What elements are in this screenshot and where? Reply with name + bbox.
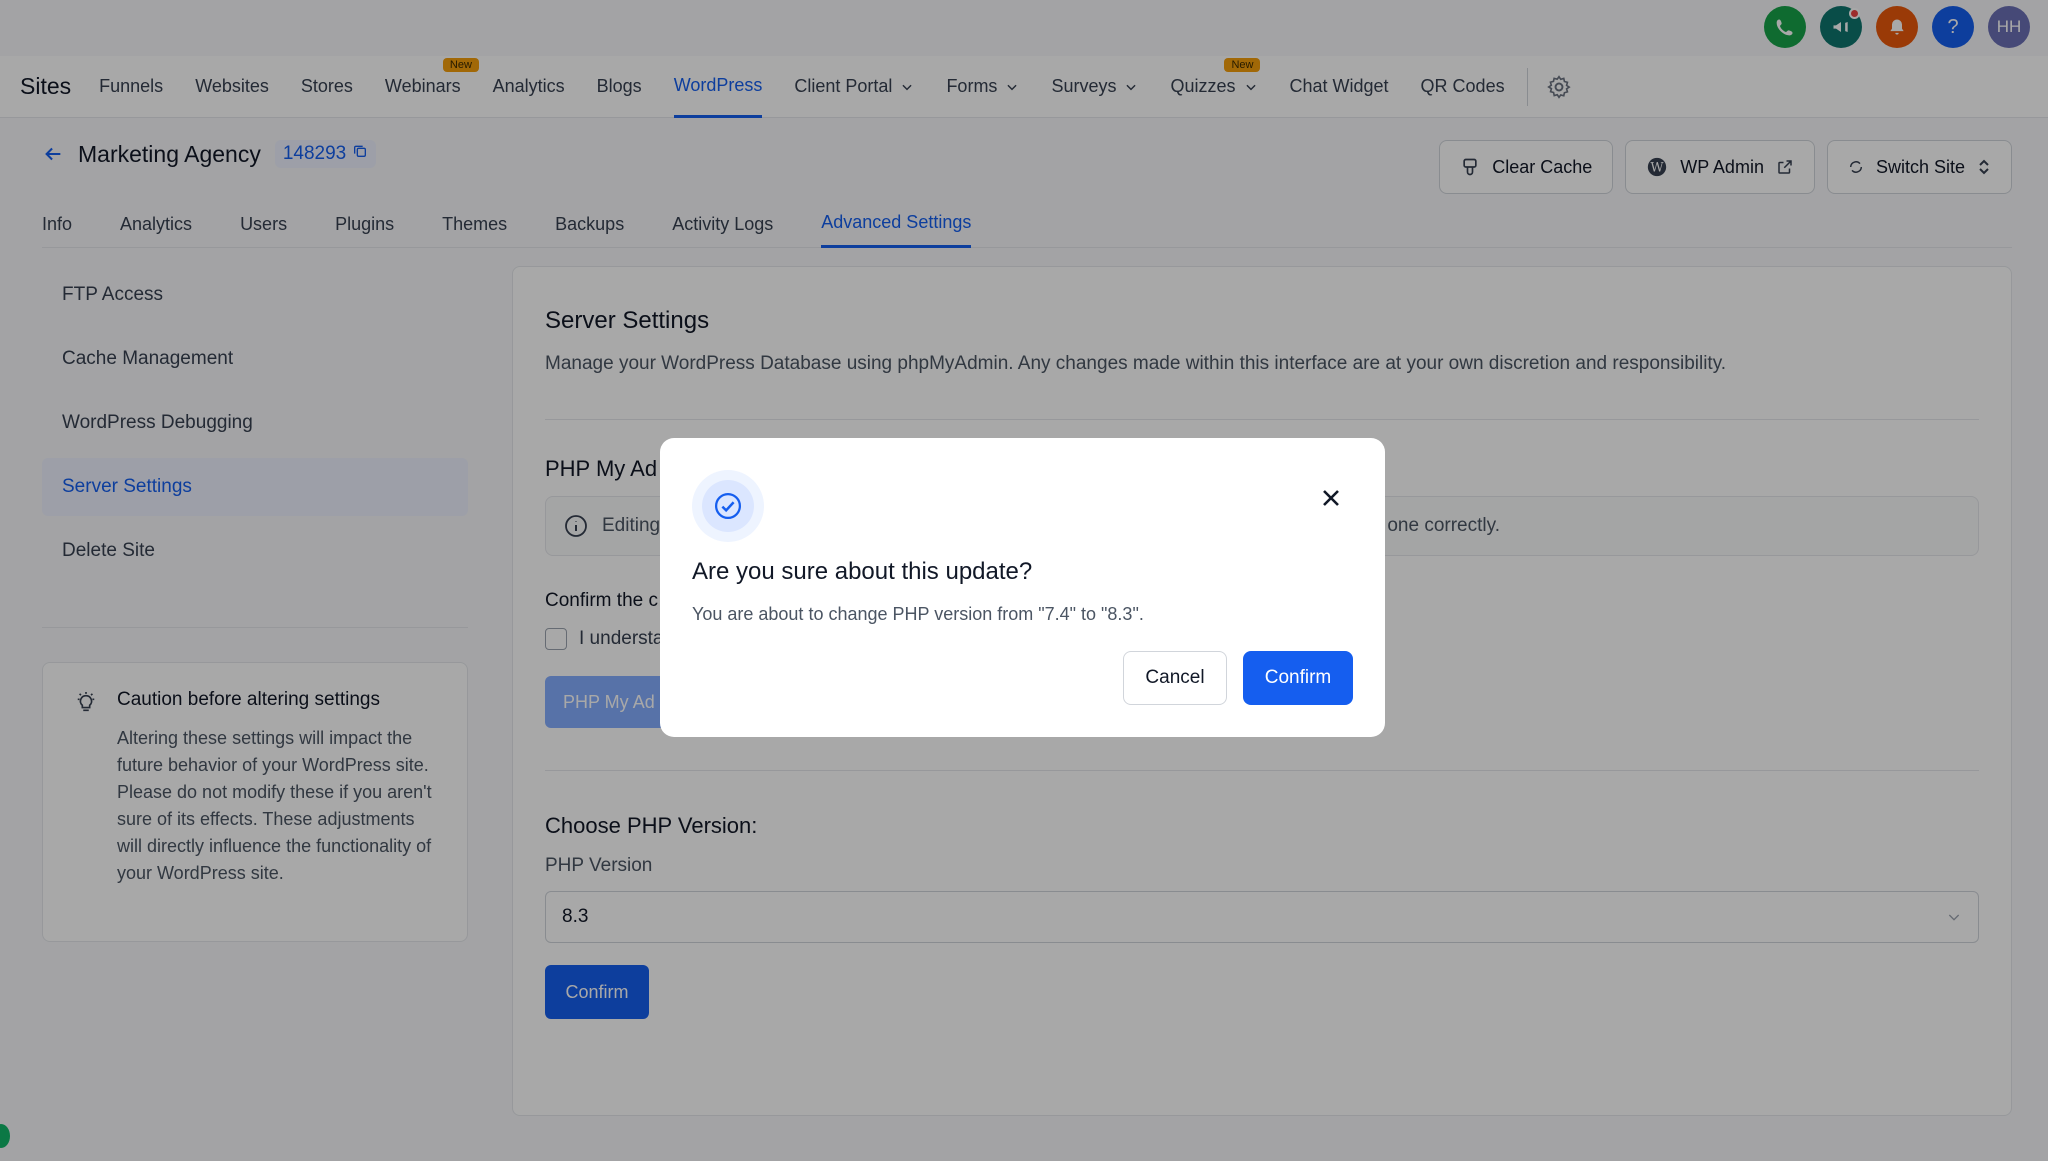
dialog-actions: Cancel Confirm: [1123, 651, 1353, 705]
dialog-message: You are about to change PHP version from…: [692, 604, 1144, 624]
cancel-button[interactable]: Cancel: [1123, 651, 1227, 705]
check-circle-icon: [692, 470, 764, 542]
confirm-button[interactable]: Confirm: [1243, 651, 1353, 705]
confirm-update-dialog: Are you sure about this update? You are …: [660, 438, 1385, 737]
close-icon[interactable]: [1319, 486, 1343, 510]
dialog-title: Are you sure about this update?: [692, 558, 1033, 585]
